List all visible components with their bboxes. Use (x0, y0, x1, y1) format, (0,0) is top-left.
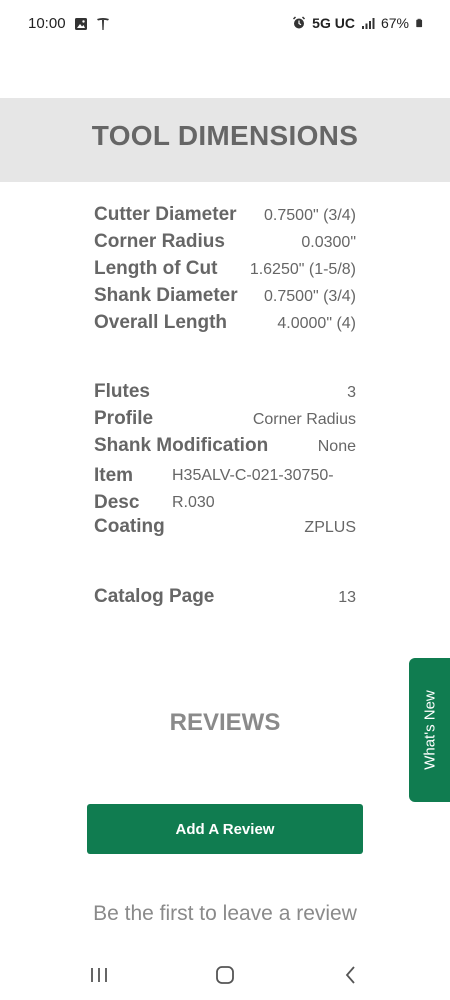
battery-icon (416, 18, 423, 28)
image-icon (74, 17, 87, 30)
page-title: TOOL DIMENSIONS (91, 120, 359, 151)
spec-row-cutter-diameter: Cutter Diameter 0.7500" (3/4) (94, 204, 356, 231)
add-review-button[interactable]: Add A Review (87, 804, 363, 854)
nav-bar (0, 950, 450, 1000)
home-icon[interactable] (210, 960, 240, 990)
spec-value: 0.7500" (3/4) (264, 288, 356, 305)
battery-percent: 67% (380, 15, 409, 31)
spec-label-line1: Item (94, 465, 134, 486)
back-icon[interactable] (336, 960, 366, 990)
spec-label: Profile (94, 408, 154, 429)
status-time: 10:00 (28, 15, 66, 32)
attributes-list: Flutes 3 Profile Corner Radius Shank Mod… (94, 381, 356, 543)
spec-row-flutes: Flutes 3 (94, 381, 356, 408)
spec-row-overall-length: Overall Length 4.0000" (4) (94, 312, 356, 339)
spec-row-item-desc: Item Desc H35ALV-C-021-30750- R.030 (94, 462, 356, 516)
spec-row-length-of-cut: Length of Cut 1.6250" (1-5/8) (94, 258, 356, 285)
spec-label: Catalog Page (94, 586, 215, 607)
spec-row-catalog-page: Catalog Page 13 (94, 586, 356, 613)
spec-label: Overall Length (94, 312, 228, 333)
network-label: 5G UC (312, 15, 355, 31)
spec-label: Corner Radius (94, 231, 225, 252)
tesla-icon (96, 17, 109, 30)
spec-label: Coating (94, 516, 165, 537)
status-bar: 10:00 5G UC 67% (0, 0, 450, 50)
spec-value: 0.7500" (3/4) (264, 207, 356, 224)
spec-label: Shank Modification (94, 435, 269, 456)
spec-label: Length of Cut (94, 258, 218, 279)
spec-row-profile: Profile Corner Radius (94, 408, 356, 435)
recent-apps-icon[interactable] (84, 960, 114, 990)
catalog-section: Catalog Page 13 (94, 586, 356, 613)
spec-value-line1: H35ALV-C-021-30750- (172, 467, 334, 484)
spec-value: 0.0300" (301, 234, 356, 251)
spec-value: 1.6250" (1-5/8) (249, 261, 356, 278)
spec-label: Cutter Diameter (94, 204, 237, 225)
alarm-icon (293, 16, 306, 29)
spec-value: None (317, 438, 356, 455)
dimensions-list: Cutter Diameter 0.7500" (3/4) Corner Rad… (94, 204, 356, 339)
signal-icon (361, 18, 375, 29)
spec-value: 13 (338, 589, 356, 606)
spec-label: Flutes (94, 381, 150, 402)
spec-row-shank-diameter: Shank Diameter 0.7500" (3/4) (94, 285, 356, 312)
spec-row-coating: Coating ZPLUS (94, 516, 356, 543)
spec-label: Shank Diameter (94, 285, 238, 306)
reviews-title: REVIEWS (169, 709, 281, 736)
whats-new-tab[interactable]: What's New (409, 658, 450, 802)
spec-value-line2: R.030 (172, 494, 215, 511)
spec-label-line2: Desc (94, 492, 140, 513)
spec-value: ZPLUS (304, 519, 356, 536)
spec-value: 4.0000" (4) (277, 315, 356, 332)
reviews-empty-message: Be the first to leave a review (93, 902, 357, 925)
spec-value: Corner Radius (252, 411, 356, 428)
spec-value: 3 (347, 384, 356, 401)
spec-row-shank-modification: Shank Modification None (94, 435, 356, 462)
spec-row-corner-radius: Corner Radius 0.0300" (94, 231, 356, 258)
whats-new-label: What's New (421, 690, 438, 770)
